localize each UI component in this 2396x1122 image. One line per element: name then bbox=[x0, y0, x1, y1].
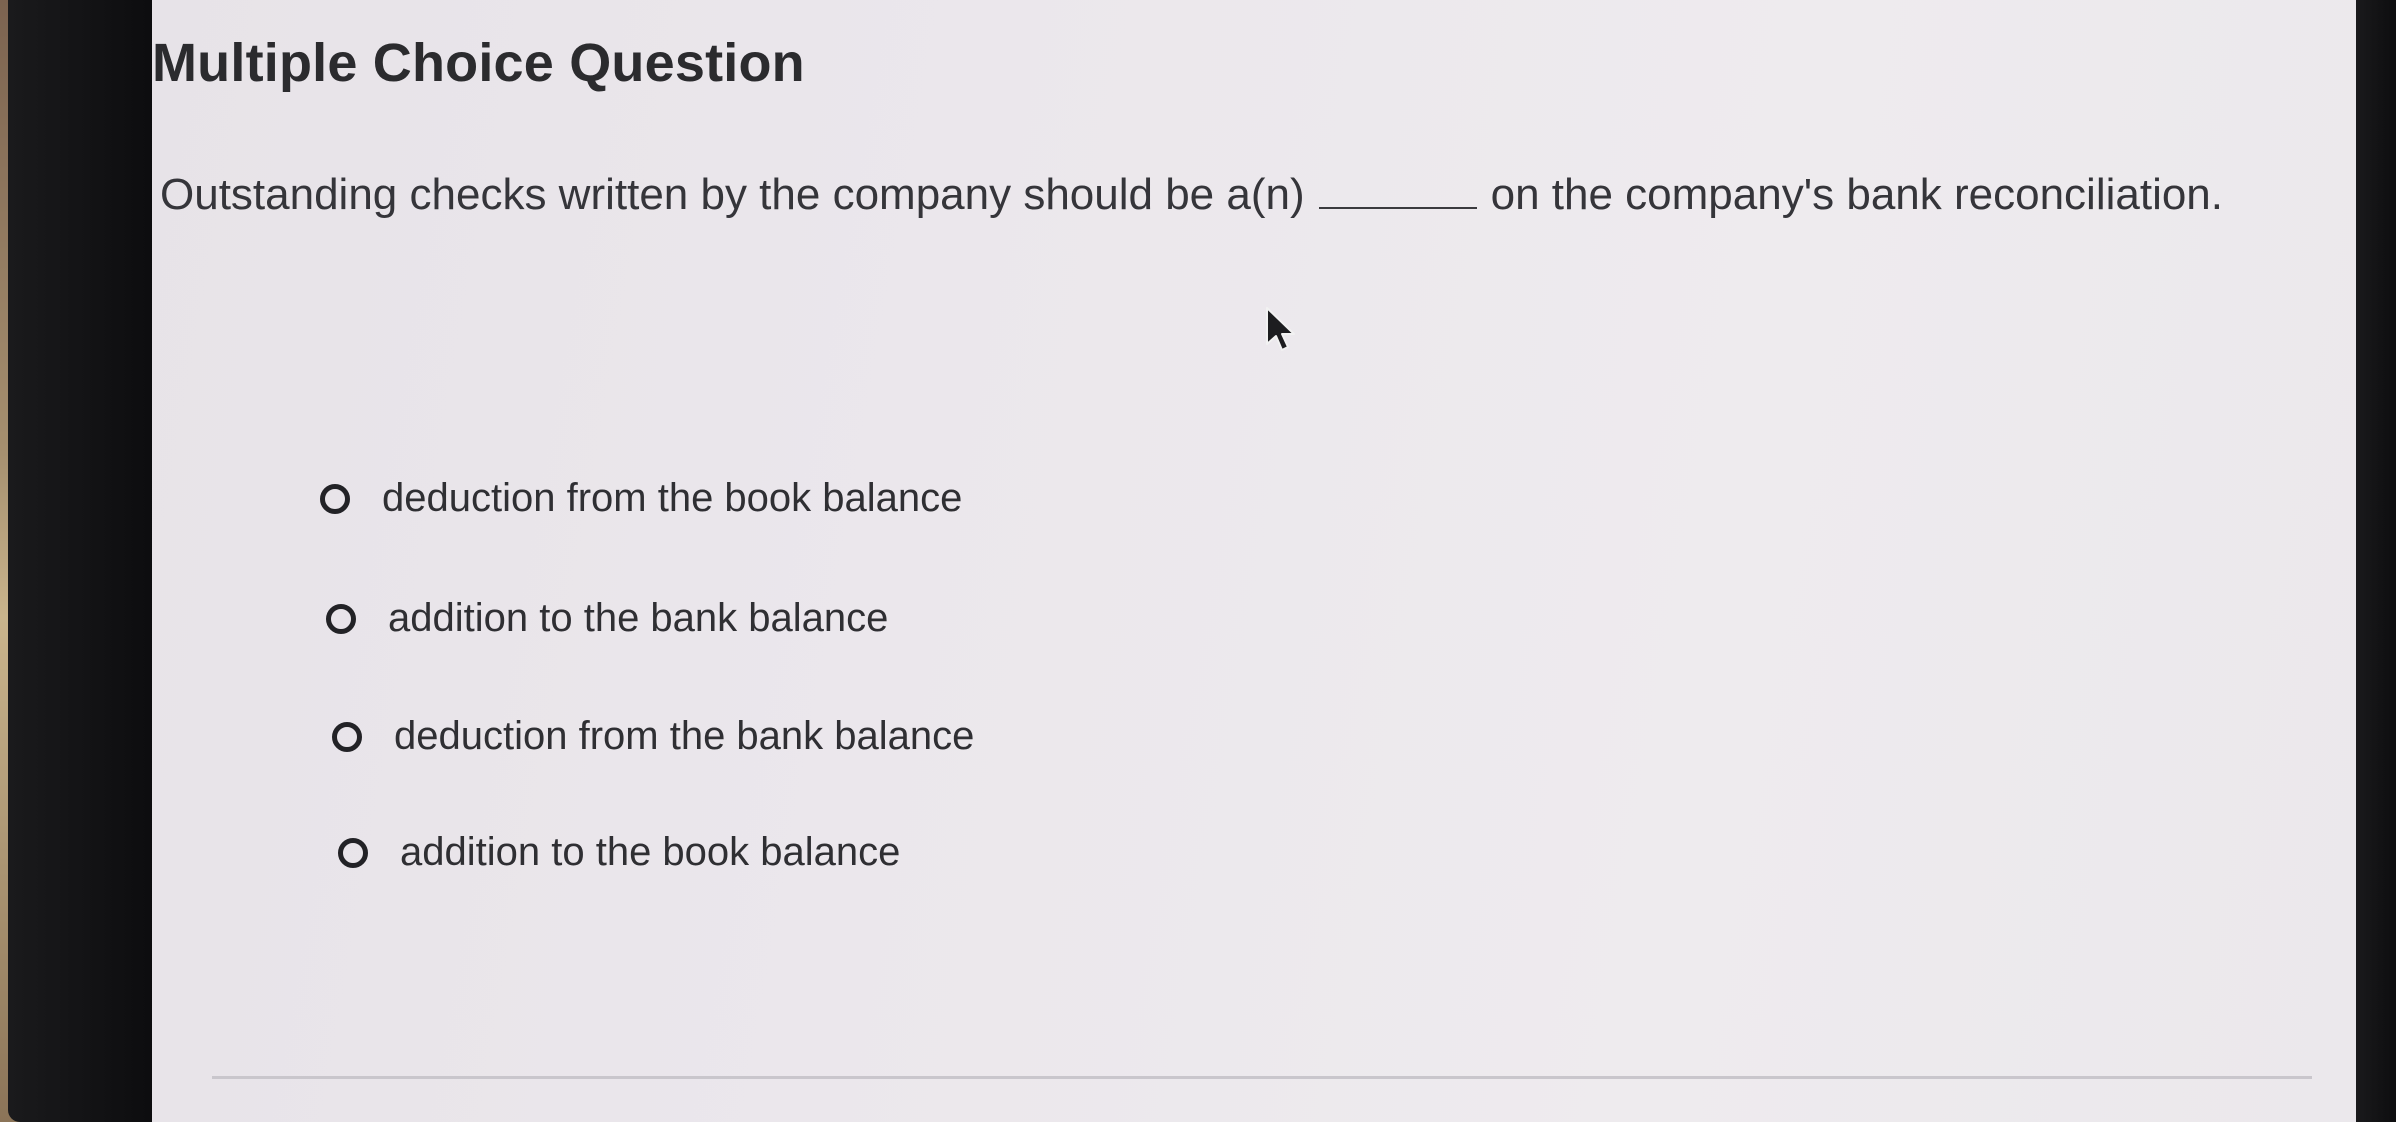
answer-option-label[interactable]: addition to the book balance bbox=[400, 830, 900, 875]
question-card: Multiple Choice Question Outstanding che… bbox=[152, 0, 2356, 1122]
screen: Multiple Choice Question Outstanding che… bbox=[152, 0, 2356, 1122]
section-divider bbox=[212, 1076, 2312, 1079]
answer-option[interactable]: addition to the book balance bbox=[338, 830, 900, 875]
answer-option[interactable]: addition to the bank balance bbox=[326, 596, 888, 641]
answer-options: deduction from the book balance addition… bbox=[152, 0, 2356, 1122]
radio-unselected-icon[interactable] bbox=[332, 721, 362, 752]
radio-unselected-icon[interactable] bbox=[338, 837, 368, 868]
radio-unselected-icon[interactable] bbox=[320, 483, 350, 514]
answer-option[interactable]: deduction from the bank balance bbox=[332, 714, 974, 759]
answer-option-label[interactable]: deduction from the book balance bbox=[382, 476, 962, 521]
answer-option-label[interactable]: deduction from the bank balance bbox=[394, 714, 974, 759]
monitor-bezel-right bbox=[2356, 0, 2396, 1122]
radio-unselected-icon[interactable] bbox=[326, 603, 356, 634]
answer-option[interactable]: deduction from the book balance bbox=[320, 476, 962, 521]
monitor-bezel-left bbox=[8, 0, 158, 1122]
answer-option-label[interactable]: addition to the bank balance bbox=[388, 596, 888, 641]
